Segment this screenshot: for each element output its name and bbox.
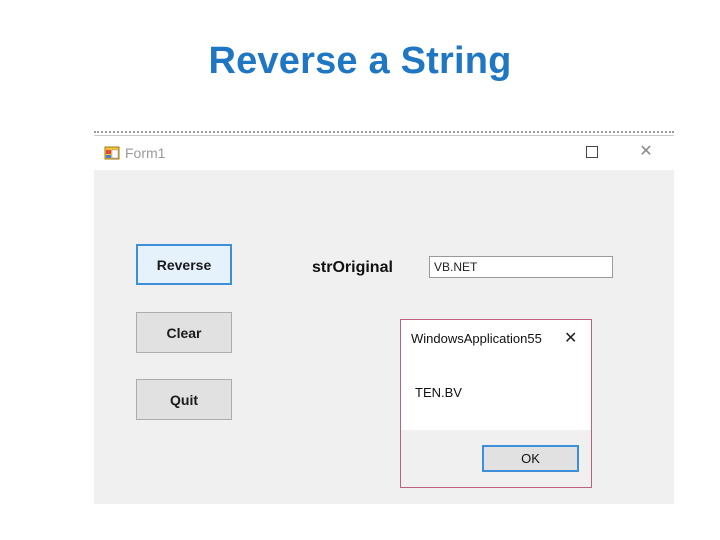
message-box-title: WindowsApplication55 [411, 331, 542, 346]
maximize-icon [586, 146, 598, 158]
message-box-close-icon[interactable]: ✕ [564, 328, 577, 348]
window-title: Form1 [125, 145, 166, 161]
maximize-button[interactable] [584, 144, 600, 160]
str-original-input[interactable] [429, 256, 613, 278]
slide-title: Reverse a String [208, 40, 512, 82]
str-original-label: strOriginal [312, 259, 393, 276]
message-box: WindowsApplication55 ✕ TEN.BV OK [400, 319, 592, 488]
close-icon[interactable]: ✕ [637, 143, 655, 161]
message-box-text: TEN.BV [415, 385, 462, 400]
reverse-button[interactable]: Reverse [136, 244, 232, 285]
message-box-footer: OK [401, 430, 591, 487]
quit-button[interactable]: Quit [136, 379, 232, 420]
clear-button[interactable]: Clear [136, 312, 232, 353]
form-app-icon [104, 146, 120, 160]
window-titlebar[interactable]: Form1 ✕ [94, 136, 674, 170]
ok-button[interactable]: OK [482, 445, 579, 472]
